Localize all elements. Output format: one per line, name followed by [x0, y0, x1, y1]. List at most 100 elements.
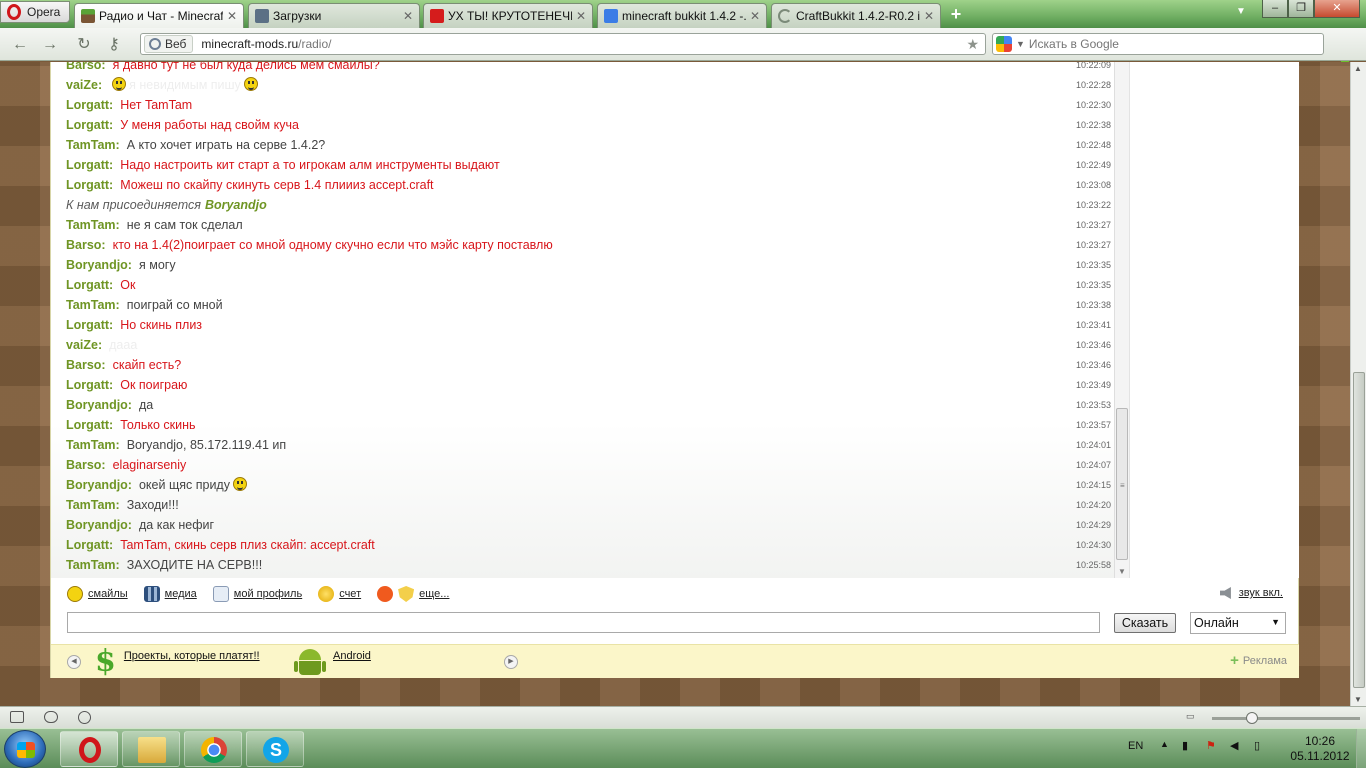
search-input[interactable] — [1028, 37, 1309, 51]
search-box[interactable]: ▼ — [992, 33, 1324, 55]
maximize-button[interactable]: ❐ — [1288, 0, 1314, 18]
new-tab-button[interactable]: + — [947, 5, 965, 24]
power-icon[interactable]: ▯ — [1254, 739, 1260, 752]
say-button[interactable]: Сказать — [1114, 613, 1176, 633]
chat-scrollbar[interactable]: ≡ ▼ — [1114, 62, 1129, 578]
ad-link[interactable]: Android — [333, 650, 371, 662]
message-nick[interactable]: Boryandjo: — [66, 258, 132, 272]
message-nick[interactable]: Lorgatt: — [66, 158, 113, 172]
bookmark-star-icon[interactable]: ★ — [966, 36, 979, 53]
panel-toggle-icon[interactable] — [10, 711, 24, 723]
message-nick[interactable]: vaiZe: — [66, 338, 102, 352]
taskbar-skype[interactable]: S — [246, 731, 304, 767]
message-nick[interactable]: Lorgatt: — [66, 278, 113, 292]
message-nick[interactable]: TamTam: — [66, 438, 120, 452]
tab-youtube[interactable]: УХ ТЫ! КРУТОТЕНЕЧК... ✕ — [423, 3, 593, 28]
language-indicator[interactable]: EN — [1128, 740, 1143, 752]
message-nick[interactable]: Lorgatt: — [66, 118, 113, 132]
status-select[interactable]: Онлайн ▼ — [1190, 612, 1286, 634]
scrollbar-thumb[interactable]: ≡ — [1116, 408, 1128, 560]
network-icon[interactable]: ▮ — [1182, 739, 1188, 752]
system-message-text: К нам присоединяется — [66, 198, 201, 212]
reload-button[interactable]: ↻ — [74, 35, 94, 55]
ad-prev-button[interactable]: ◀ — [67, 655, 81, 669]
chat-message: Lorgatt: Только скинь 10:23:57 — [66, 415, 1114, 435]
sound-toggle[interactable]: звук вкл. — [1219, 587, 1283, 599]
message-nick[interactable]: TamTam: — [66, 298, 120, 312]
message-nick[interactable]: Boryandjo: — [66, 518, 132, 532]
address-field[interactable]: Веб minecraft-mods.ru/radio/ ★ — [140, 33, 986, 55]
start-button[interactable] — [4, 730, 46, 768]
message-nick[interactable]: Boryandjo: — [66, 398, 132, 412]
forward-button[interactable]: → — [40, 35, 60, 55]
more-button[interactable]: еще... — [377, 586, 449, 602]
close-icon[interactable]: ✕ — [924, 9, 934, 23]
page-scrollbar[interactable]: ▲ ▼ — [1350, 62, 1366, 706]
message-nick[interactable]: TamTam: — [66, 218, 120, 232]
back-button[interactable]: ← — [10, 35, 30, 55]
ad-item-projects[interactable]: $ Проекты, которые платят!! — [95, 645, 260, 679]
message-input[interactable] — [67, 612, 1100, 633]
scroll-down-icon[interactable]: ▼ — [1118, 567, 1126, 576]
message-nick[interactable]: TamTam: — [66, 558, 120, 572]
message-nick[interactable]: Barso: — [66, 238, 106, 252]
close-icon[interactable]: ✕ — [750, 9, 760, 23]
message-nick[interactable]: TamTam: — [66, 138, 120, 152]
show-desktop-button[interactable] — [1356, 729, 1366, 768]
view-icon[interactable]: ▭ — [1186, 711, 1195, 722]
profile-button[interactable]: мой профиль — [212, 586, 302, 602]
score-button[interactable]: счет — [318, 586, 361, 602]
close-window-button[interactable]: ✕ — [1314, 0, 1360, 18]
web-badge[interactable]: Веб — [144, 35, 194, 53]
zoom-slider-knob[interactable] — [1246, 712, 1258, 724]
ad-item-android[interactable]: Android — [294, 645, 371, 679]
message-nick[interactable]: TamTam: — [66, 498, 120, 512]
ad-next-button[interactable]: ▶ — [504, 655, 518, 669]
cloud-icon[interactable] — [44, 711, 58, 723]
joined-user-name[interactable]: Boryandjo — [205, 198, 267, 212]
opera-menu-button[interactable]: Opera — [0, 1, 70, 23]
message-nick[interactable]: Lorgatt: — [66, 418, 113, 432]
message-nick[interactable]: Lorgatt: — [66, 538, 113, 552]
message-nick[interactable]: Barso: — [66, 62, 106, 72]
message-nick[interactable]: Barso: — [66, 358, 106, 372]
tab-menu-button[interactable]: ▼ — [1236, 6, 1246, 17]
smileys-button[interactable]: смайлы — [67, 586, 128, 602]
show-hidden-icons-icon[interactable]: ▲ — [1160, 739, 1169, 749]
chat-message: TamTam: Заходи!!! 10:24:20 — [66, 495, 1114, 515]
close-icon[interactable]: ✕ — [403, 9, 413, 23]
message-nick[interactable]: Lorgatt: — [66, 318, 113, 332]
system-clock[interactable]: 10:26 05.11.2012 — [1290, 734, 1350, 764]
taskbar-chrome[interactable] — [184, 731, 242, 767]
page-scrollbar-thumb[interactable] — [1353, 372, 1365, 688]
message-nick[interactable]: Lorgatt: — [66, 378, 113, 392]
minimize-button[interactable]: – — [1262, 0, 1288, 18]
ad-label[interactable]: + Реклама — [1230, 653, 1287, 668]
tab-chat[interactable]: Радио и Чат - Minecraf... ✕ — [74, 3, 244, 28]
scroll-down-icon[interactable]: ▼ — [1354, 695, 1362, 704]
message-nick[interactable]: vaiZe: — [66, 78, 102, 92]
message-nick[interactable]: Lorgatt: — [66, 178, 113, 192]
zoom-slider[interactable] — [1212, 717, 1360, 720]
dollar-icon: $ — [95, 644, 116, 679]
message-nick[interactable]: Lorgatt: — [66, 98, 113, 112]
volume-icon[interactable]: ◀ — [1230, 739, 1238, 752]
message-nick[interactable]: Boryandjo: — [66, 478, 132, 492]
tab-downloads[interactable]: Загрузки ✕ — [248, 3, 420, 28]
scroll-up-icon[interactable]: ▲ — [1354, 64, 1362, 73]
ad-label-text: Реклама — [1242, 655, 1287, 667]
chevron-down-icon[interactable]: ▼ — [1016, 39, 1025, 49]
message-nick[interactable]: Barso: — [66, 458, 106, 472]
close-icon[interactable]: ✕ — [227, 9, 237, 23]
tab-craftbukkit[interactable]: CraftBukkit 1.4.2-R0.2 i... ✕ — [771, 3, 941, 28]
message-body: да как нефиг — [139, 518, 214, 532]
ad-link[interactable]: Проекты, которые платят!! — [124, 650, 260, 662]
close-icon[interactable]: ✕ — [576, 9, 586, 23]
tab-google[interactable]: minecraft bukkit 1.4.2 -... ✕ — [597, 3, 767, 28]
speed-dial-icon[interactable] — [78, 711, 91, 724]
key-icon[interactable]: ⚷ — [104, 35, 124, 55]
action-center-icon[interactable]: ⚑ — [1206, 739, 1216, 752]
taskbar-explorer[interactable] — [122, 731, 180, 767]
taskbar-opera[interactable] — [60, 731, 118, 767]
media-button[interactable]: медиа — [143, 586, 197, 602]
